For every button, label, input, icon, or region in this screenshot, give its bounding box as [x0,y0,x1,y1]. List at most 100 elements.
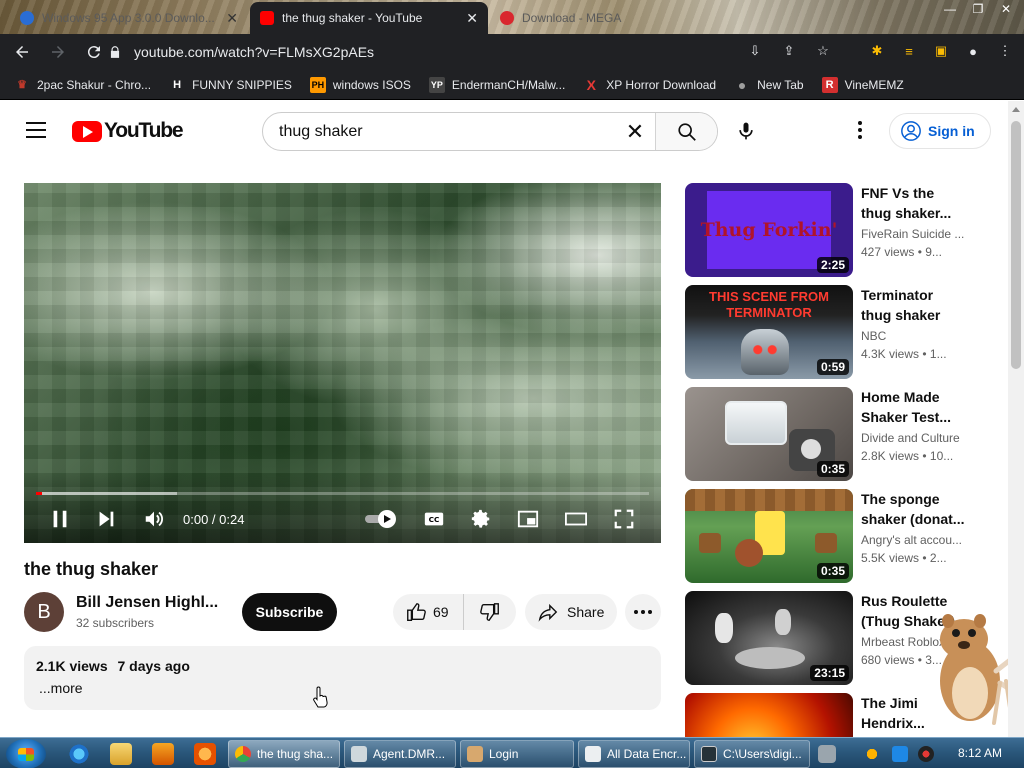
share-icon [538,603,558,622]
time-display: 0:00 / 0:24 [183,512,245,527]
new-tab-bookmark-icon: ● [737,76,747,93]
like-button[interactable]: 69 [393,594,464,630]
recommended-channel[interactable]: Angry's alt accou... [861,533,971,547]
fullscreen-button[interactable] [610,505,638,533]
chrome-icon [235,746,251,762]
bookmark-windows-isos[interactable]: PH windows ISOS [309,76,411,93]
restore-icon[interactable]: ❐ [964,0,992,18]
bookmark-xp-horror[interactable]: X XP Horror Download [583,77,717,93]
video-player[interactable]: 0:00 / 0:24 CC [24,183,661,543]
sidepanel-icon[interactable]: ▣ [930,40,952,62]
internet-explorer-icon[interactable] [68,743,90,765]
video-thumbnail: Thug Forkin' 2:25 [685,183,853,277]
recommended-channel[interactable]: FiveRain Suicide ... [861,227,971,241]
taskbar-label: All Data Encr... [607,747,687,761]
search-input[interactable]: thug shaker [263,113,615,150]
taskbar-item-login[interactable]: Login [460,740,574,768]
tab-youtube[interactable]: the thug shaker - YouTube ✕ [250,2,488,34]
captions-button[interactable]: CC [420,505,448,533]
taskbar-item-agent[interactable]: Agent.DMR... [344,740,456,768]
reload-button[interactable] [78,36,110,68]
sign-in-button[interactable]: Sign in [889,113,991,149]
pause-button[interactable] [46,505,74,533]
taskbar-label: the thug sha... [257,747,334,761]
menu-icon[interactable] [26,122,46,138]
recommended-channel[interactable]: NBC [861,329,971,343]
scrollbar-thumb[interactable] [1011,121,1021,369]
back-button[interactable] [6,36,38,68]
bookmark-label: XP Horror Download [606,77,717,92]
taskbar-item-encrypt[interactable]: All Data Encr... [578,740,690,768]
extension-puzzle-icon[interactable]: ✱ [866,40,888,62]
clear-search-icon[interactable]: ✕ [615,113,655,150]
recommended-video[interactable]: THIS SCENE FROM TERMINATOR 0:59 Terminat… [685,285,985,379]
share-button[interactable]: Share [525,594,617,630]
close-icon[interactable]: ✕ [226,10,238,27]
network-icon[interactable] [892,746,908,762]
voice-search-button[interactable] [730,115,762,147]
bookmark-funny-snippies[interactable]: H FUNNY SNIPPIES [169,77,292,93]
recommended-video[interactable]: 0:35 The sponge shaker (donat... Angry's… [685,489,985,583]
channel-name[interactable]: Bill Jensen Highl... [76,594,218,612]
command-prompt-icon [701,746,717,762]
bookmark-endermanch[interactable]: YP EndermanCH/Malw... [428,76,566,93]
autoplay-toggle[interactable] [364,505,400,533]
bookmark-label: EndermanCH/Malw... [451,77,566,92]
share-page-icon[interactable]: ⇪ [778,40,800,62]
recommended-channel[interactable]: Divide and Culture [861,431,971,445]
yp-bookmark-icon: YP [428,76,445,93]
bookmarks-bar: ♛ 2pac Shakur - Chro... H FUNNY SNIPPIES P… [0,70,1024,100]
taskbar-label: Agent.DMR... [373,747,446,761]
install-icon[interactable]: ⇩ [744,40,766,62]
address-bar[interactable]: youtube.com/watch?v=FLMsXG2pAEs [108,38,848,66]
taskbar-item-cmd[interactable]: C:\Users\digi... [694,740,810,768]
star-icon[interactable]: ☆ [812,40,834,62]
settings-menu-icon[interactable] [850,118,870,142]
channel-avatar[interactable]: B [24,592,64,632]
media-tray-icon[interactable] [918,746,934,762]
app-quicklaunch-icon[interactable] [194,743,216,765]
more-actions-button[interactable] [625,594,661,630]
dislike-button[interactable] [464,601,516,623]
bookmark-2pac[interactable]: ♛ 2pac Shakur - Chro... [14,77,151,93]
theater-mode-button[interactable] [562,505,590,533]
scroll-up-icon[interactable] [1012,107,1020,112]
tab-windows95[interactable]: Windows 95 App 3.0.0 Downlo... ✕ [10,2,248,34]
video-meta: 2.1K views 7 days ago [36,658,649,674]
miniplayer-button[interactable] [514,505,542,533]
minimize-icon[interactable]: — [936,0,964,18]
media-icon[interactable]: ≡ [898,40,920,62]
subscribe-button[interactable]: Subscribe [242,593,337,631]
progress-bar[interactable] [36,492,649,495]
show-more-link[interactable]: ...more [39,680,649,696]
volume-button[interactable] [140,505,168,533]
hamster-mascot-overlay [940,614,1008,725]
bookmark-vinememz[interactable]: R VineMEMZ [821,76,904,93]
taskbar-item-chrome[interactable]: the thug sha... [228,740,340,768]
video-thumbnail: 0:35 [685,489,853,583]
media-player-icon[interactable] [152,743,174,765]
forward-button[interactable] [42,36,74,68]
recommended-meta: 5.5K views • 2... [861,551,947,565]
tab-label: Download - MEGA [522,11,622,25]
recommended-video[interactable]: 0:35 Home Made Shaker Test... Divide and… [685,387,985,481]
description-box[interactable]: 2.1K views 7 days ago ...more [24,646,661,710]
tab-mega[interactable]: Download - MEGA [490,2,690,34]
close-window-icon[interactable]: ✕ [992,0,1020,18]
start-button[interactable] [6,739,46,768]
tab-label: Windows 95 App 3.0.0 Downlo... [42,11,215,25]
settings-button[interactable] [467,505,495,533]
youtube-logo[interactable]: YouTube [72,119,184,143]
bookmark-new-tab[interactable]: ● New Tab [734,76,804,93]
page-scrollbar[interactable] [1008,101,1024,737]
profile-icon[interactable]: ● [962,40,984,62]
next-button[interactable] [92,505,120,533]
search-button[interactable] [655,113,717,150]
browser-menu-icon[interactable]: ⋮ [994,40,1016,62]
bookmark-label: windows ISOS [332,77,411,92]
close-icon[interactable]: ✕ [466,10,478,27]
recommended-video[interactable]: Thug Forkin' 2:25 FNF Vs the thug shaker… [685,183,985,277]
file-explorer-icon[interactable] [110,743,132,765]
ph-bookmark-icon: PH [309,76,326,93]
search-tray-icon[interactable] [864,746,880,762]
